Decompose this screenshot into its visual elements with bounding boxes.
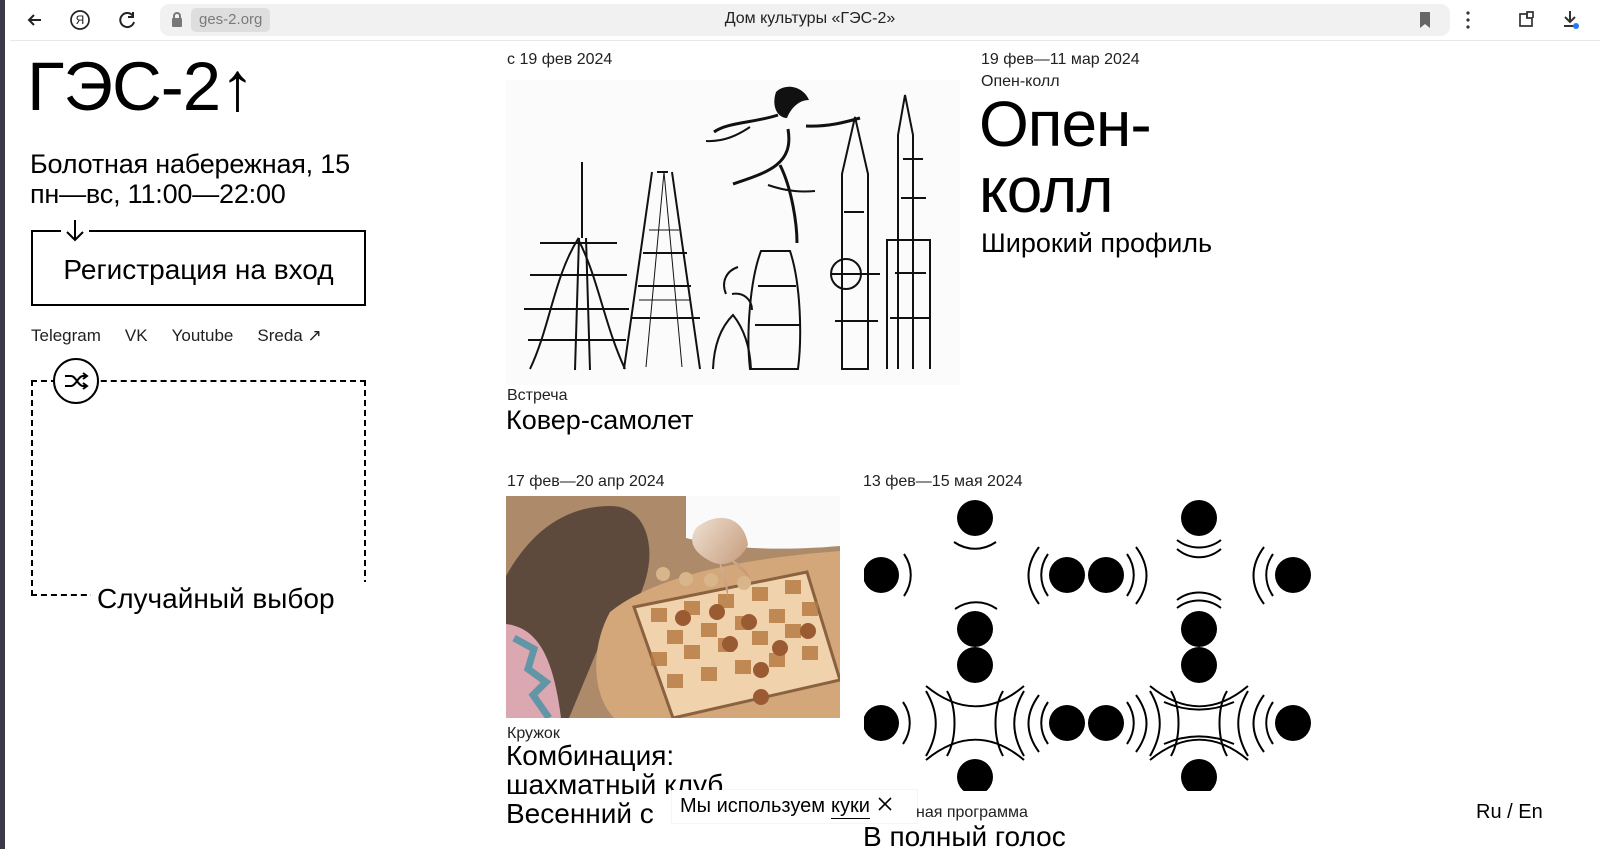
chess-title-line: Комбинация: bbox=[506, 740, 675, 771]
cookie-banner: Мы используем куки bbox=[672, 790, 917, 823]
app-window: Я ges-2.org Дом культуры «ГЭС-2» ГЭС-2↑ … bbox=[0, 0, 1600, 852]
address-and-hours: Болотная набережная, 15 пн—вс, 11:00—22:… bbox=[30, 149, 350, 209]
random-choice-label: Случайный выбор bbox=[91, 582, 366, 618]
event-date: с 19 фев 2024 bbox=[507, 51, 613, 68]
lock-icon bbox=[170, 11, 184, 33]
more-icon[interactable] bbox=[1465, 9, 1471, 36]
sreda-link[interactable]: Sreda ↗ bbox=[257, 326, 321, 346]
event-subtitle[interactable]: Широкий профиль bbox=[981, 228, 1212, 259]
download-icon[interactable] bbox=[1559, 8, 1581, 35]
url-domain[interactable]: ges-2.org bbox=[191, 8, 271, 32]
registration-label: Регистрация на вход bbox=[63, 254, 334, 285]
opencall-title[interactable]: Опен- колл bbox=[979, 88, 1152, 226]
event-date: 17 фев—20 апр 2024 bbox=[507, 473, 665, 490]
opencall-title-line: Опен- bbox=[979, 88, 1152, 160]
social-links: Telegram VK Youtube Sreda ↗ bbox=[31, 326, 322, 346]
event-title[interactable]: Ковер-самолет bbox=[506, 405, 694, 436]
yandex-icon[interactable]: Я bbox=[68, 8, 92, 32]
youtube-link[interactable]: Youtube bbox=[172, 326, 234, 346]
sound-dots-graphic[interactable] bbox=[863, 496, 1318, 795]
bookmark-icon[interactable] bbox=[1418, 11, 1432, 34]
telegram-link[interactable]: Telegram bbox=[31, 326, 101, 346]
opencall-title-line: колл bbox=[979, 154, 1114, 226]
vk-link[interactable]: VK bbox=[125, 326, 148, 346]
browser-toolbar: Я ges-2.org Дом культуры «ГЭС-2» bbox=[10, 0, 1600, 41]
cookie-text: Мы используем bbox=[680, 795, 825, 817]
event-kind: Встреча bbox=[507, 387, 568, 404]
event-date: 13 фев—15 мая 2024 bbox=[863, 473, 1023, 490]
hours-line: пн—вс, 11:00—22:00 bbox=[30, 179, 286, 209]
ges2-site: ГЭС-2↑ Болотная набережная, 15 пн—вс, 11… bbox=[10, 42, 1600, 852]
address-line: Болотная набережная, 15 bbox=[30, 149, 350, 179]
page-title: Дом культуры «ГЭС-2» bbox=[724, 10, 896, 27]
chess-photo[interactable] bbox=[506, 496, 840, 718]
close-icon[interactable] bbox=[876, 795, 894, 819]
flying-carpet-illustration[interactable] bbox=[506, 80, 960, 385]
shuffle-icon[interactable] bbox=[53, 358, 99, 404]
cookie-link[interactable]: куки bbox=[830, 795, 870, 819]
language-switcher[interactable]: Ru / En bbox=[1476, 801, 1543, 824]
down-arrow-icon bbox=[61, 218, 89, 246]
svg-text:Я: Я bbox=[76, 13, 85, 27]
event-date: 19 фев—11 мар 2024 bbox=[981, 51, 1140, 68]
event-title[interactable]: В полный голос bbox=[863, 821, 1066, 853]
extensions-icon[interactable] bbox=[1515, 9, 1537, 36]
registration-button[interactable]: Регистрация на вход bbox=[31, 218, 366, 306]
reload-icon[interactable] bbox=[115, 8, 139, 32]
random-choice-panel[interactable]: Случайный выбор bbox=[31, 358, 366, 618]
back-icon[interactable] bbox=[23, 8, 47, 32]
event-kind: ная программа bbox=[916, 804, 1028, 821]
site-logo[interactable]: ГЭС-2↑ bbox=[27, 52, 255, 121]
